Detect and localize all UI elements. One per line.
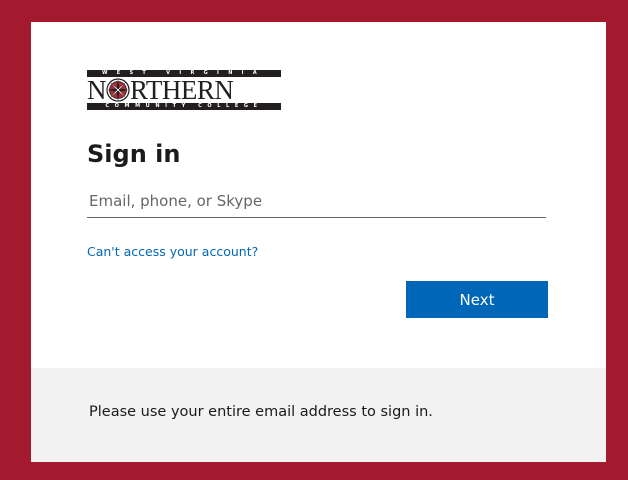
cant-access-account-link[interactable]: Can't access your account? bbox=[87, 243, 258, 261]
footer-text: Please use your entire email address to … bbox=[89, 404, 433, 420]
footer-banner: Please use your entire email address to … bbox=[31, 368, 606, 462]
logo-bottom-band: COMMUNITY COLLEGE bbox=[87, 103, 281, 110]
page-title: Sign in bbox=[87, 140, 181, 168]
logo-wordmark: N RTHERN bbox=[87, 75, 281, 105]
logo-wordmark-rest: RTHERN bbox=[130, 75, 234, 105]
sign-in-card: WEST VIRGINIA N RTHERN COMMUNITY COLLEGE… bbox=[31, 22, 606, 462]
compass-rose-icon bbox=[106, 78, 130, 102]
logo-wordmark-n: N bbox=[87, 75, 107, 105]
email-field[interactable] bbox=[87, 184, 546, 218]
next-button[interactable]: Next bbox=[406, 281, 548, 318]
college-logo: WEST VIRGINIA N RTHERN COMMUNITY COLLEGE bbox=[87, 70, 281, 110]
